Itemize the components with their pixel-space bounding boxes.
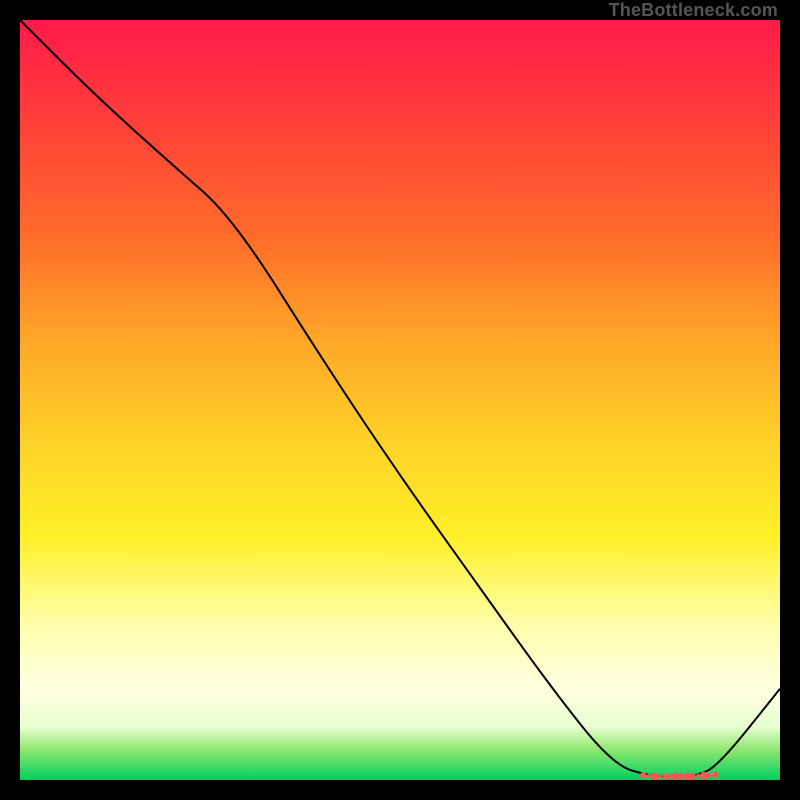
optimal-marker	[651, 772, 659, 780]
optimal-range-markers	[640, 772, 719, 781]
optimal-marker	[663, 773, 669, 779]
optimal-marker	[640, 772, 646, 778]
plot-area	[20, 20, 780, 780]
optimal-marker	[647, 774, 651, 778]
optimal-marker	[708, 773, 712, 777]
optimal-marker	[689, 773, 695, 779]
chart-svg	[20, 20, 780, 780]
performance-curve	[20, 20, 780, 776]
chart-container: TheBottleneck.com	[0, 0, 800, 800]
optimal-marker	[712, 772, 718, 778]
watermark-text: TheBottleneck.com	[609, 0, 778, 21]
optimal-marker	[696, 774, 700, 778]
optimal-marker	[658, 774, 662, 778]
optimal-marker	[700, 772, 708, 780]
